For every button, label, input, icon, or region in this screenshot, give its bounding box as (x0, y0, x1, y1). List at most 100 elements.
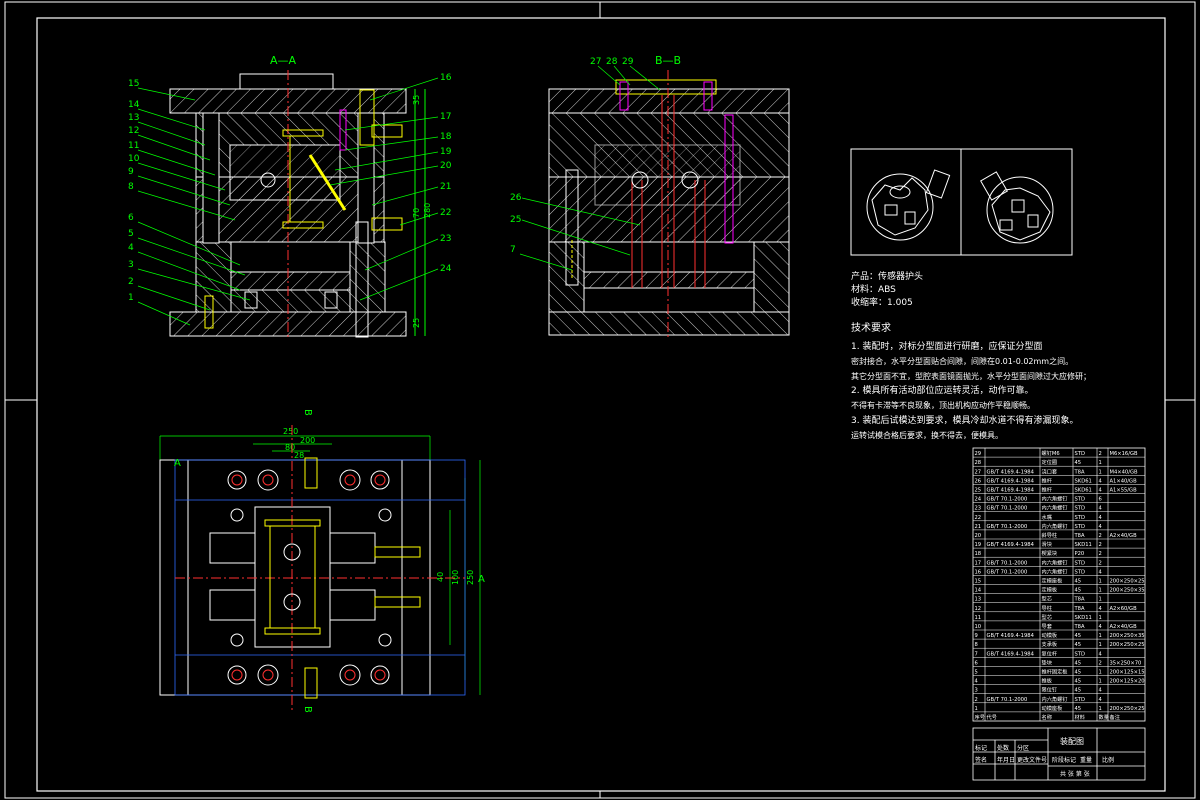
part-label: 2 (128, 277, 134, 287)
bom-cell-qty: 数量 (1099, 713, 1109, 721)
bom-cell-note: 35×250×70 (1110, 660, 1142, 666)
part-label: 28 (606, 57, 618, 67)
tech-line: 密封接合，水平分型面贴合间隙，间隙在0.01-0.02mm之间。 (851, 356, 1073, 366)
part-label: 19 (440, 147, 452, 157)
part-label: 22 (440, 208, 451, 218)
part-label: 4 (128, 243, 134, 253)
bom-cell-std: GB/T 4169.4-1984 (987, 488, 1035, 494)
product-info: 产品：传感器护头 材料：ABS 收缩率：1.005 (851, 270, 923, 308)
bom-cell-mat: STD (1075, 569, 1085, 575)
dim-aa-25: 25 (412, 318, 421, 328)
bom-cell-mat: 45 (1075, 460, 1082, 466)
bom-cell-no: 6 (975, 660, 978, 666)
bom-cell-note: A2×40/GB (1110, 624, 1138, 630)
bom-cell-name: 动模座板 (1042, 704, 1064, 712)
bom-cell-no: 26 (975, 478, 982, 484)
bom-cell-no: 17 (975, 560, 982, 566)
product-material: 材料：ABS (851, 283, 896, 295)
bom-cell-mat: STD (1075, 515, 1085, 521)
aa-labels-right: 16 17 18 19 20 21 22 23 24 (440, 73, 452, 274)
part-label: 14 (128, 100, 140, 110)
bom-cell-qty: 6 (1099, 497, 1102, 503)
bom-cell-qty: 1 (1099, 597, 1102, 603)
bom-cell-name: 推杆固定板 (1042, 668, 1069, 676)
bom-cell-qty: 1 (1099, 579, 1102, 585)
tb-label: 签名 (975, 756, 987, 764)
bom-cell-qty: 2 (1099, 560, 1102, 566)
tech-line: 其它分型面不宜，型腔表面镜面抛光，水平分型面间隙过大应修研； (851, 371, 1091, 381)
tb-label: 更改文件号 (1017, 756, 1047, 764)
bom-cell-name: 推杆 (1042, 476, 1052, 484)
tech-line: 1. 装配时，对标分型面进行研磨，应保证分型面 (851, 340, 1042, 352)
bom-cell-mat: SKD61 (1075, 488, 1092, 494)
part-label: 3 (128, 260, 134, 270)
bom-cell-name: 楔紧块 (1042, 549, 1058, 557)
bom-cell-std: GB/T 70.1-2000 (987, 497, 1028, 503)
dim-100: 100 (451, 570, 460, 585)
bom-cell-mat: 45 (1075, 688, 1082, 694)
part-label: 13 (128, 113, 139, 123)
product-shrinkage: 收缩率：1.005 (851, 296, 913, 308)
part-label: 16 (440, 73, 452, 83)
bom-cell-name: 型芯 (1042, 595, 1052, 603)
tech-requirements: 技术要求 1. 装配时，对标分型面进行研磨，应保证分型面 密封接合，水平分型面贴… (851, 321, 1091, 440)
part-label: 17 (440, 112, 451, 122)
tb-label: 处数 (997, 744, 1009, 752)
bom-cell-note: A2×60/GB (1110, 606, 1138, 612)
bom-cell-qty: 4 (1099, 524, 1103, 530)
bom-cell-std: GB/T 4169.4-1984 (987, 651, 1035, 657)
bom-cell-no: 21 (975, 524, 982, 530)
dim-28: 28 (294, 451, 304, 460)
bom-cell-mat: SKD61 (1075, 478, 1092, 484)
bom-cell-std: GB/T 4169.4-1984 (987, 633, 1035, 639)
bom-cell-std: GB/T 70.1-2000 (987, 569, 1028, 575)
bom-cell-name: 内六角螺钉 (1042, 567, 1068, 575)
bom-cell-no: 5 (975, 670, 978, 676)
part-label: 11 (128, 141, 139, 151)
bom-cell-qty: 4 (1099, 569, 1103, 575)
bom-cell-no: 7 (975, 651, 978, 657)
bom-cell-std: GB/T 70.1-2000 (987, 697, 1028, 703)
bom-cell-mat: 45 (1075, 679, 1082, 685)
bom-cell-name: 推板 (1042, 677, 1053, 685)
section-bb-title: B—B (655, 54, 681, 67)
bom-cell-note: A2×40/GB (1110, 533, 1138, 539)
bom-cell-name: 复位杆 (1042, 649, 1058, 657)
dim-aa-280: 280 (423, 203, 432, 218)
product-name: 产品：传感器护头 (851, 270, 923, 282)
bom-cell-mat: 45 (1075, 670, 1082, 676)
bom-cell-name: 支承板 (1042, 640, 1058, 648)
part-label: 26 (510, 193, 522, 203)
tb-sub: 比例 (1102, 756, 1114, 764)
bom-cell-no: 24 (975, 497, 982, 503)
section-aa-title: A—A (270, 54, 297, 67)
bom-cell-note: 200×250×35 (1110, 588, 1145, 594)
tb-label: 分区 (1017, 744, 1029, 752)
bom-cell-note: M6×16/GB (1110, 451, 1138, 457)
bom-cell-name: 名称 (1042, 713, 1052, 721)
bom-cell-name: 内六角螺钉 (1042, 695, 1068, 703)
part-label: 25 (510, 215, 521, 225)
bom-cell-std: GB/T 70.1-2000 (987, 524, 1028, 530)
bom-cell-std: GB/T 70.1-2000 (987, 506, 1028, 512)
part-label: 1 (128, 293, 134, 303)
tech-line: 运转试模合格后要求，换不得去，便模具。 (851, 430, 1003, 440)
bom-cell-qty: 1 (1099, 642, 1102, 648)
part-label: 8 (128, 182, 134, 192)
bom-cell-no: 14 (975, 588, 982, 594)
part-label: 23 (440, 234, 451, 244)
bom-cell-name: 限位钉 (1042, 686, 1058, 694)
cad-drawing-canvas: A—A 35 70 280 25 15 14 13 12 11 10 9 8 6… (4, 1, 1196, 799)
bom-cell-mat: T8A (1074, 624, 1085, 630)
bom-cell-qty: 4 (1099, 697, 1103, 703)
part-label: 6 (128, 213, 134, 223)
bom-cell-name: 推杆 (1042, 486, 1052, 494)
bom-cell-name: 导柱 (1042, 604, 1052, 612)
bom-cell-qty: 4 (1099, 688, 1103, 694)
bom-cell-name: 浇口套 (1042, 467, 1058, 475)
bom-cell-no: 29 (975, 451, 982, 457)
part-label: 27 (590, 57, 601, 67)
bom-cell-no: 序号 (975, 713, 985, 721)
bom-cell-name: 内六角螺钉 (1042, 495, 1068, 503)
bom-cell-no: 22 (975, 515, 982, 521)
